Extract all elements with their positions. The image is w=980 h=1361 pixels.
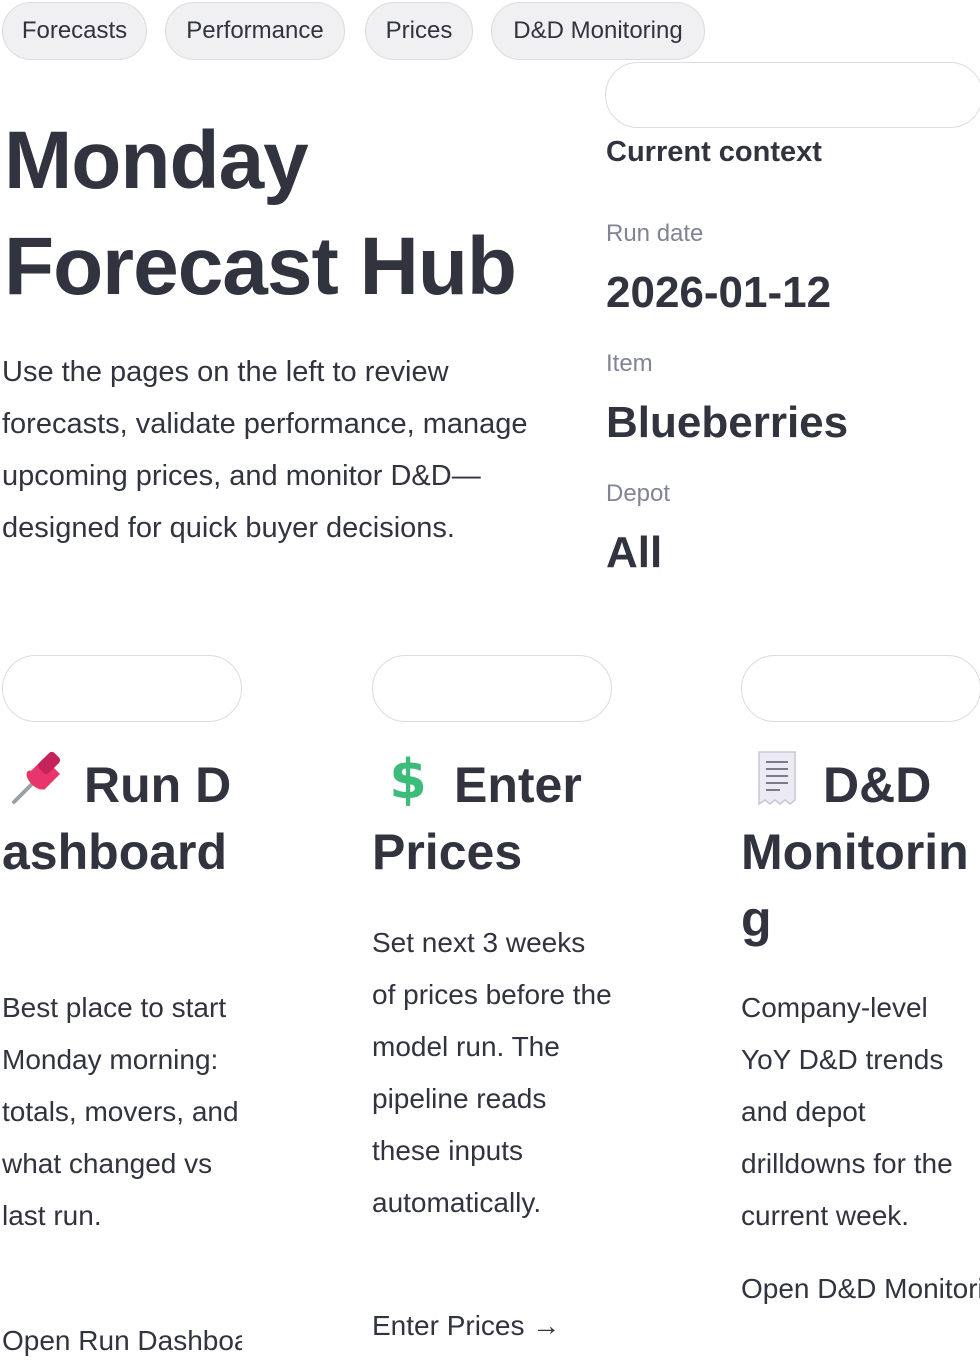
nav-pill-dnd-monitoring[interactable]: D&D Monitoring (491, 2, 705, 60)
card-pill (372, 655, 612, 722)
card-title: D&D Monitoring (741, 750, 980, 953)
nav-pill-prices[interactable]: Prices (365, 2, 473, 60)
run-date-value: 2026-01-12 (606, 268, 832, 317)
card-pill (741, 655, 980, 722)
card-dnd-monitoring: D&D Monitoring Company-level YoY D&D tre… (739, 655, 980, 1361)
open-dnd-monitoring-link[interactable]: Open D&D Monitoring → (741, 1273, 980, 1305)
page-description: Use the pages on the left to review fore… (2, 356, 528, 544)
depot-value: All (606, 528, 663, 577)
card-description: Company-level YoY D&D trends and depot d… (741, 992, 953, 1231)
nav-pill-forecasts[interactable]: Forecasts (2, 2, 147, 60)
card-title: $ Enter Prices (372, 748, 612, 886)
nav-pill-performance[interactable]: Performance (165, 2, 345, 60)
depot-label: Depot (606, 480, 671, 507)
receipt-icon (747, 750, 807, 806)
page-title: Monday Forecast Hub (4, 115, 517, 312)
card-enter-prices: $ Enter Prices Set next 3 weeks of price… (370, 655, 612, 1361)
card-run-dashboard: Run Dashboard Best place to start Monday… (0, 655, 242, 1361)
run-date-label: Run date (606, 220, 704, 247)
card-description: Set next 3 weeks of prices before the mo… (372, 927, 612, 1218)
dollar-icon: $ (378, 748, 438, 811)
card-description: Best place to start Monday morning: tota… (2, 992, 239, 1231)
card-title: Run Dashboard (2, 750, 242, 886)
context-pill (605, 62, 980, 128)
pushpin-icon (8, 750, 68, 806)
item-value: Blueberries (606, 398, 849, 447)
item-label: Item (606, 350, 653, 377)
card-pill (2, 655, 242, 722)
svg-text:$: $ (389, 750, 427, 806)
open-run-dashboard-link[interactable]: Open Run Dashboard → (2, 1325, 242, 1357)
context-heading: Current context (606, 136, 822, 168)
enter-prices-link[interactable]: Enter Prices → (372, 1310, 612, 1342)
